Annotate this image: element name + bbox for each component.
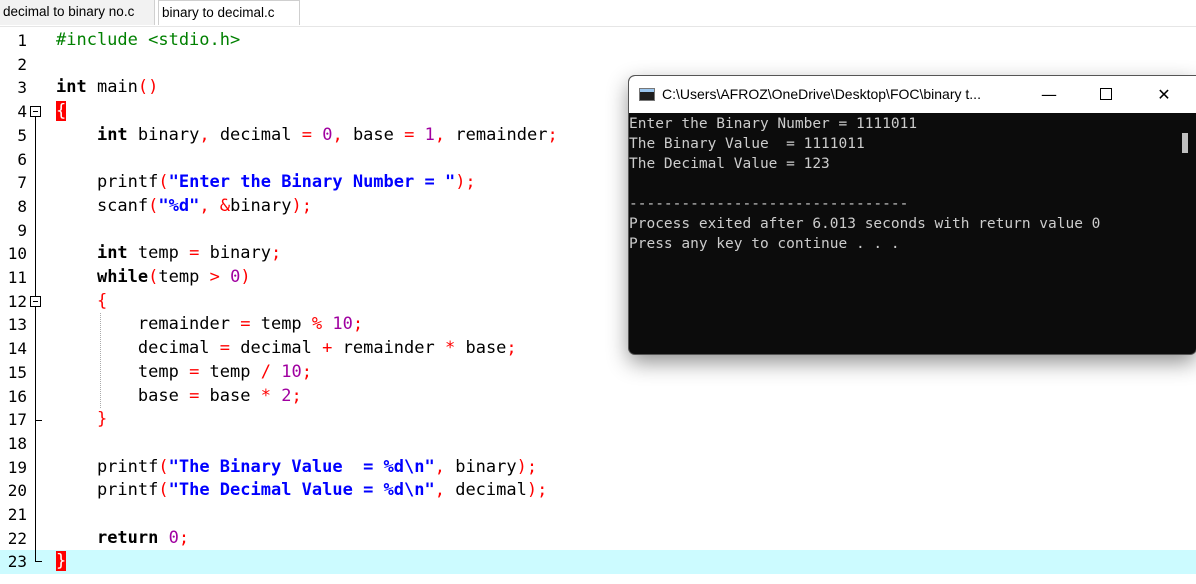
console-line: The Binary Value = 1111011 bbox=[629, 136, 865, 152]
minimize-button[interactable]: — bbox=[1026, 76, 1072, 113]
line-number: 8 bbox=[17, 196, 27, 216]
code-line: 21 bbox=[0, 503, 1196, 527]
code-text: } bbox=[96, 409, 108, 430]
tab-bar: decimal to binary no.c binary to decimal… bbox=[0, 0, 1196, 27]
code-line: 18 bbox=[0, 432, 1196, 456]
console-line: Enter the Binary Number = 1111011 bbox=[629, 116, 918, 132]
console-line: The Decimal Value = 123 bbox=[629, 156, 830, 172]
code-text: return 0; bbox=[96, 527, 190, 548]
indent-guide bbox=[100, 313, 101, 408]
code-text: int binary, decimal = 0, base = 1, remai… bbox=[96, 124, 558, 145]
code-line: 17 } bbox=[0, 408, 1196, 432]
code-line: 22 return 0; bbox=[0, 527, 1196, 551]
line-number: 1 bbox=[17, 31, 27, 50]
fold-minus-icon[interactable] bbox=[30, 296, 41, 307]
line-number: 17 bbox=[7, 410, 27, 430]
code-line: 1 #include <stdio.h> bbox=[0, 29, 1196, 53]
code-text: scanf("%d", &binary); bbox=[56, 195, 312, 216]
line-number: 11 bbox=[7, 268, 27, 287]
line-number: 10 bbox=[7, 244, 27, 264]
line-number: 9 bbox=[17, 220, 27, 240]
code-text: printf("The Decimal Value = %d\n", decim… bbox=[56, 480, 548, 501]
code-text: int temp = binary; bbox=[96, 243, 282, 264]
line-number: 15 bbox=[7, 362, 27, 382]
code-text: int main() bbox=[56, 77, 159, 98]
line-number: 7 bbox=[17, 173, 27, 193]
tab-binary-to-decimal[interactable]: binary to decimal.c bbox=[158, 0, 300, 25]
line-number: 16 bbox=[7, 386, 27, 406]
maximize-icon bbox=[1100, 88, 1112, 100]
line-number: 14 bbox=[7, 339, 27, 359]
tab-decimal-to-binary[interactable]: decimal to binary no.c bbox=[0, 0, 155, 25]
fold-line bbox=[35, 117, 36, 561]
code-text: base = base * 2; bbox=[56, 385, 302, 406]
code-text: while(temp > 0) bbox=[96, 267, 251, 287]
code-line: 20 printf("The Decimal Value = %d\n", de… bbox=[0, 479, 1196, 503]
code-text: decimal = decimal + remainder * base; bbox=[56, 338, 517, 359]
line-number: 18 bbox=[7, 433, 27, 453]
code-line: 16 base = base * 2; bbox=[0, 385, 1196, 409]
console-line: -------------------------------- bbox=[629, 196, 909, 212]
line-number: 4 bbox=[17, 102, 27, 122]
console-titlebar[interactable]: C:\Users\AFROZ\OneDrive\Desktop\FOC\bina… bbox=[629, 76, 1196, 113]
code-text: { bbox=[56, 101, 67, 122]
code-text: { bbox=[96, 290, 108, 311]
line-number: 12 bbox=[7, 291, 27, 311]
code-text: remainder = temp % 10; bbox=[56, 314, 364, 335]
console-line: Press any key to continue . . . bbox=[629, 236, 900, 252]
console-window[interactable]: C:\Users\AFROZ\OneDrive\Desktop\FOC\bina… bbox=[629, 76, 1196, 354]
line-number: 21 bbox=[7, 505, 27, 524]
line-number: 2 bbox=[17, 54, 27, 74]
line-number: 13 bbox=[7, 315, 27, 335]
code-line: 2 bbox=[0, 53, 1196, 77]
line-number: 19 bbox=[7, 457, 27, 477]
line-number: 6 bbox=[17, 149, 27, 169]
code-text: printf("Enter the Binary Number = "); bbox=[56, 172, 476, 193]
code-text: printf("The Binary Value = %d\n", binary… bbox=[56, 456, 538, 477]
console-title: C:\Users\AFROZ\OneDrive\Desktop\FOC\bina… bbox=[662, 86, 981, 102]
console-scrollbar-thumb[interactable] bbox=[1182, 133, 1188, 153]
code-text: temp = temp / 10; bbox=[56, 361, 312, 382]
code-text: #include <stdio.h> bbox=[56, 30, 241, 50]
code-line: 19 printf("The Binary Value = %d\n", bin… bbox=[0, 456, 1196, 480]
line-number: 3 bbox=[17, 78, 27, 98]
fold-minus-icon[interactable] bbox=[30, 106, 41, 117]
console-output: Enter the Binary Number = 1111011 The Bi… bbox=[629, 113, 1196, 354]
line-number: 20 bbox=[7, 481, 27, 501]
code-line: 15 temp = temp / 10; bbox=[0, 361, 1196, 385]
code-line-current: 23 } bbox=[0, 550, 1196, 575]
line-number: 5 bbox=[17, 125, 27, 145]
maximize-button[interactable] bbox=[1083, 76, 1129, 113]
fold-end-marker bbox=[35, 420, 42, 421]
console-window-icon bbox=[639, 88, 655, 101]
console-line: Process exited after 6.013 seconds with … bbox=[629, 216, 1101, 232]
close-button[interactable]: ✕ bbox=[1141, 76, 1187, 113]
code-text: } bbox=[56, 551, 67, 572]
line-number: 23 bbox=[7, 552, 27, 572]
fold-end-marker bbox=[35, 561, 42, 562]
line-number: 22 bbox=[7, 528, 27, 548]
